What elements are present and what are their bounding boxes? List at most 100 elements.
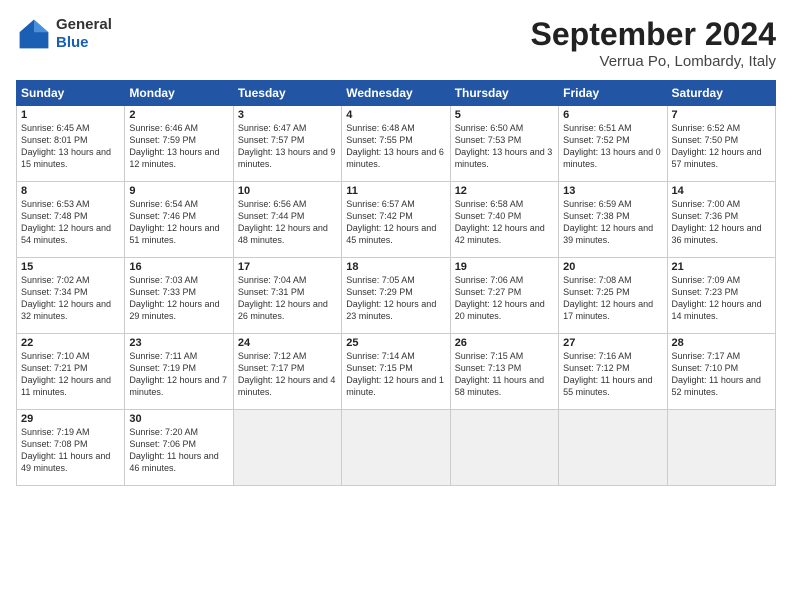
day-number: 26 <box>455 337 554 349</box>
day-number: 20 <box>563 261 662 273</box>
day-number: 28 <box>672 337 771 349</box>
day-info: Sunrise: 6:56 AMSunset: 7:44 PMDaylight:… <box>238 199 328 245</box>
day-number: 12 <box>455 185 554 197</box>
day-info: Sunrise: 7:00 AMSunset: 7:36 PMDaylight:… <box>672 199 762 245</box>
calendar-cell: 12 Sunrise: 6:58 AMSunset: 7:40 PMDaylig… <box>450 182 558 258</box>
col-header-friday: Friday <box>559 81 667 106</box>
day-info: Sunrise: 7:08 AMSunset: 7:25 PMDaylight:… <box>563 275 653 321</box>
calendar-cell: 23 Sunrise: 7:11 AMSunset: 7:19 PMDaylig… <box>125 334 233 410</box>
calendar-cell: 29 Sunrise: 7:19 AMSunset: 7:08 PMDaylig… <box>17 410 125 486</box>
day-info: Sunrise: 7:04 AMSunset: 7:31 PMDaylight:… <box>238 275 328 321</box>
day-info: Sunrise: 6:51 AMSunset: 7:52 PMDaylight:… <box>563 123 661 169</box>
calendar-cell: 17 Sunrise: 7:04 AMSunset: 7:31 PMDaylig… <box>233 258 341 334</box>
calendar-cell: 11 Sunrise: 6:57 AMSunset: 7:42 PMDaylig… <box>342 182 450 258</box>
location-title: Verrua Po, Lombardy, Italy <box>531 53 776 70</box>
day-number: 13 <box>563 185 662 197</box>
day-info: Sunrise: 7:12 AMSunset: 7:17 PMDaylight:… <box>238 351 336 397</box>
day-number: 25 <box>346 337 445 349</box>
day-info: Sunrise: 6:58 AMSunset: 7:40 PMDaylight:… <box>455 199 545 245</box>
day-info: Sunrise: 6:47 AMSunset: 7:57 PMDaylight:… <box>238 123 336 169</box>
col-header-tuesday: Tuesday <box>233 81 341 106</box>
day-info: Sunrise: 7:17 AMSunset: 7:10 PMDaylight:… <box>672 351 761 397</box>
day-number: 16 <box>129 261 228 273</box>
day-info: Sunrise: 6:50 AMSunset: 7:53 PMDaylight:… <box>455 123 553 169</box>
calendar-cell: 24 Sunrise: 7:12 AMSunset: 7:17 PMDaylig… <box>233 334 341 410</box>
day-info: Sunrise: 6:53 AMSunset: 7:48 PMDaylight:… <box>21 199 111 245</box>
day-info: Sunrise: 6:45 AMSunset: 8:01 PMDaylight:… <box>21 123 111 169</box>
day-info: Sunrise: 6:57 AMSunset: 7:42 PMDaylight:… <box>346 199 436 245</box>
header-row: SundayMondayTuesdayWednesdayThursdayFrid… <box>17 81 776 106</box>
day-info: Sunrise: 7:14 AMSunset: 7:15 PMDaylight:… <box>346 351 444 397</box>
calendar-cell: 18 Sunrise: 7:05 AMSunset: 7:29 PMDaylig… <box>342 258 450 334</box>
calendar-cell: 1 Sunrise: 6:45 AMSunset: 8:01 PMDayligh… <box>17 106 125 182</box>
day-info: Sunrise: 6:54 AMSunset: 7:46 PMDaylight:… <box>129 199 219 245</box>
day-number: 30 <box>129 413 228 425</box>
day-number: 29 <box>21 413 120 425</box>
title-block: September 2024 Verrua Po, Lombardy, Ital… <box>531 16 776 70</box>
day-info: Sunrise: 6:46 AMSunset: 7:59 PMDaylight:… <box>129 123 219 169</box>
day-number: 22 <box>21 337 120 349</box>
logo-text: General Blue <box>56 16 112 52</box>
col-header-thursday: Thursday <box>450 81 558 106</box>
calendar-cell: 25 Sunrise: 7:14 AMSunset: 7:15 PMDaylig… <box>342 334 450 410</box>
calendar-cell: 20 Sunrise: 7:08 AMSunset: 7:25 PMDaylig… <box>559 258 667 334</box>
calendar-cell: 27 Sunrise: 7:16 AMSunset: 7:12 PMDaylig… <box>559 334 667 410</box>
calendar-cell: 22 Sunrise: 7:10 AMSunset: 7:21 PMDaylig… <box>17 334 125 410</box>
calendar-cell <box>342 410 450 486</box>
calendar-cell <box>559 410 667 486</box>
month-title: September 2024 <box>531 16 776 53</box>
week-row-4: 22 Sunrise: 7:10 AMSunset: 7:21 PMDaylig… <box>17 334 776 410</box>
day-number: 5 <box>455 109 554 121</box>
day-info: Sunrise: 7:19 AMSunset: 7:08 PMDaylight:… <box>21 427 110 473</box>
week-row-3: 15 Sunrise: 7:02 AMSunset: 7:34 PMDaylig… <box>17 258 776 334</box>
calendar-cell: 10 Sunrise: 6:56 AMSunset: 7:44 PMDaylig… <box>233 182 341 258</box>
header: General Blue September 2024 Verrua Po, L… <box>16 16 776 70</box>
day-number: 18 <box>346 261 445 273</box>
day-info: Sunrise: 7:09 AMSunset: 7:23 PMDaylight:… <box>672 275 762 321</box>
week-row-5: 29 Sunrise: 7:19 AMSunset: 7:08 PMDaylig… <box>17 410 776 486</box>
day-info: Sunrise: 7:11 AMSunset: 7:19 PMDaylight:… <box>129 351 227 397</box>
calendar-cell: 26 Sunrise: 7:15 AMSunset: 7:13 PMDaylig… <box>450 334 558 410</box>
calendar-cell: 19 Sunrise: 7:06 AMSunset: 7:27 PMDaylig… <box>450 258 558 334</box>
calendar-cell: 6 Sunrise: 6:51 AMSunset: 7:52 PMDayligh… <box>559 106 667 182</box>
calendar-cell: 3 Sunrise: 6:47 AMSunset: 7:57 PMDayligh… <box>233 106 341 182</box>
day-info: Sunrise: 7:03 AMSunset: 7:33 PMDaylight:… <box>129 275 219 321</box>
calendar-cell: 9 Sunrise: 6:54 AMSunset: 7:46 PMDayligh… <box>125 182 233 258</box>
col-header-wednesday: Wednesday <box>342 81 450 106</box>
calendar-cell <box>233 410 341 486</box>
calendar-cell: 2 Sunrise: 6:46 AMSunset: 7:59 PMDayligh… <box>125 106 233 182</box>
calendar-cell: 15 Sunrise: 7:02 AMSunset: 7:34 PMDaylig… <box>17 258 125 334</box>
day-info: Sunrise: 7:16 AMSunset: 7:12 PMDaylight:… <box>563 351 652 397</box>
day-number: 11 <box>346 185 445 197</box>
calendar-cell: 21 Sunrise: 7:09 AMSunset: 7:23 PMDaylig… <box>667 258 775 334</box>
day-number: 10 <box>238 185 337 197</box>
day-info: Sunrise: 6:48 AMSunset: 7:55 PMDaylight:… <box>346 123 444 169</box>
calendar-cell: 28 Sunrise: 7:17 AMSunset: 7:10 PMDaylig… <box>667 334 775 410</box>
day-number: 24 <box>238 337 337 349</box>
day-info: Sunrise: 6:52 AMSunset: 7:50 PMDaylight:… <box>672 123 762 169</box>
day-info: Sunrise: 7:06 AMSunset: 7:27 PMDaylight:… <box>455 275 545 321</box>
calendar-cell: 30 Sunrise: 7:20 AMSunset: 7:06 PMDaylig… <box>125 410 233 486</box>
calendar-cell: 14 Sunrise: 7:00 AMSunset: 7:36 PMDaylig… <box>667 182 775 258</box>
calendar-cell: 8 Sunrise: 6:53 AMSunset: 7:48 PMDayligh… <box>17 182 125 258</box>
day-info: Sunrise: 6:59 AMSunset: 7:38 PMDaylight:… <box>563 199 653 245</box>
day-number: 23 <box>129 337 228 349</box>
calendar-cell: 16 Sunrise: 7:03 AMSunset: 7:33 PMDaylig… <box>125 258 233 334</box>
col-header-sunday: Sunday <box>17 81 125 106</box>
day-info: Sunrise: 7:02 AMSunset: 7:34 PMDaylight:… <box>21 275 111 321</box>
day-number: 8 <box>21 185 120 197</box>
calendar-cell: 7 Sunrise: 6:52 AMSunset: 7:50 PMDayligh… <box>667 106 775 182</box>
day-number: 3 <box>238 109 337 121</box>
day-number: 2 <box>129 109 228 121</box>
day-info: Sunrise: 7:15 AMSunset: 7:13 PMDaylight:… <box>455 351 544 397</box>
day-info: Sunrise: 7:05 AMSunset: 7:29 PMDaylight:… <box>346 275 436 321</box>
day-number: 7 <box>672 109 771 121</box>
calendar-cell: 4 Sunrise: 6:48 AMSunset: 7:55 PMDayligh… <box>342 106 450 182</box>
day-number: 6 <box>563 109 662 121</box>
day-number: 15 <box>21 261 120 273</box>
day-number: 19 <box>455 261 554 273</box>
day-number: 17 <box>238 261 337 273</box>
day-number: 21 <box>672 261 771 273</box>
week-row-2: 8 Sunrise: 6:53 AMSunset: 7:48 PMDayligh… <box>17 182 776 258</box>
day-number: 1 <box>21 109 120 121</box>
